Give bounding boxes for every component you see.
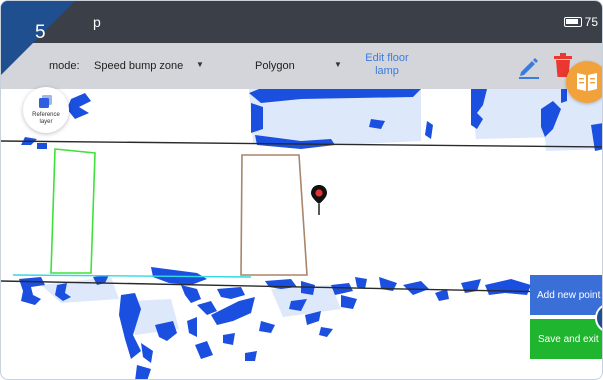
add-new-point-button[interactable]: Add new point — [530, 275, 602, 315]
reference-layer-button[interactable]: Reference layer — [23, 87, 69, 133]
obstacle — [37, 143, 47, 149]
status-bar: p 75 — [1, 1, 602, 43]
caret-down-icon[interactable]: ▼ — [334, 60, 342, 69]
obstacle — [135, 365, 151, 379]
step-number: 5 — [35, 22, 46, 43]
save-and-exit-button[interactable]: Save and exit — [530, 319, 602, 359]
edit-label-line2: lamp — [375, 65, 399, 77]
obstacle — [197, 301, 217, 315]
edit-label-line1: Edit floor — [365, 52, 409, 64]
obstacle — [223, 333, 235, 345]
obstacle — [485, 279, 531, 295]
obstacle — [181, 285, 201, 303]
obstacle — [211, 297, 255, 325]
obstacle — [187, 317, 197, 337]
obstacle — [435, 289, 449, 301]
reference-layer-line2: layer — [39, 119, 53, 125]
obstacle — [355, 277, 367, 289]
caret-down-icon[interactable]: ▼ — [196, 60, 204, 69]
obstacle — [195, 341, 213, 359]
explored-area — [41, 277, 119, 303]
location-pin-icon[interactable] — [310, 184, 328, 216]
obstacle — [217, 287, 245, 299]
guide-button[interactable] — [566, 61, 602, 103]
book-icon — [577, 73, 597, 91]
obstacle — [301, 281, 315, 295]
obstacle — [259, 321, 275, 333]
obstacle — [403, 281, 429, 295]
map-canvas[interactable] — [1, 89, 603, 380]
app-frame: p 75 mode: Speed bump zone ▼ Polygon ▼ E… — [0, 0, 603, 380]
zone-type-dropdown[interactable]: Speed bump zone — [94, 60, 183, 72]
shape-dropdown[interactable]: Polygon — [255, 60, 295, 72]
cyan-line — [12, 274, 252, 278]
obstacle — [425, 121, 433, 139]
obstacle — [319, 327, 333, 337]
reference-layer-line1: Reference — [32, 112, 60, 118]
battery-icon — [563, 17, 582, 27]
obstacle — [245, 351, 257, 361]
obstacle — [67, 93, 91, 119]
layers-icon — [39, 95, 52, 108]
pencil-icon[interactable] — [516, 53, 542, 79]
obstacle — [341, 295, 357, 309]
obstacle — [141, 343, 153, 363]
polygon-zone — [240, 154, 308, 276]
app-title: p — [93, 14, 101, 30]
green-zone — [50, 148, 96, 274]
battery-indicator: 75 — [563, 15, 598, 29]
obstacle — [251, 103, 263, 133]
edit-floor-lamp-button[interactable]: Edit floor lamp — [357, 52, 417, 78]
reference-layer-label: Reference layer — [23, 112, 69, 126]
obstacle — [331, 283, 353, 295]
toolbar: mode: Speed bump zone ▼ Polygon ▼ Edit f… — [1, 43, 602, 89]
battery-level: 75 — [584, 15, 598, 29]
obstacle — [265, 279, 297, 289]
